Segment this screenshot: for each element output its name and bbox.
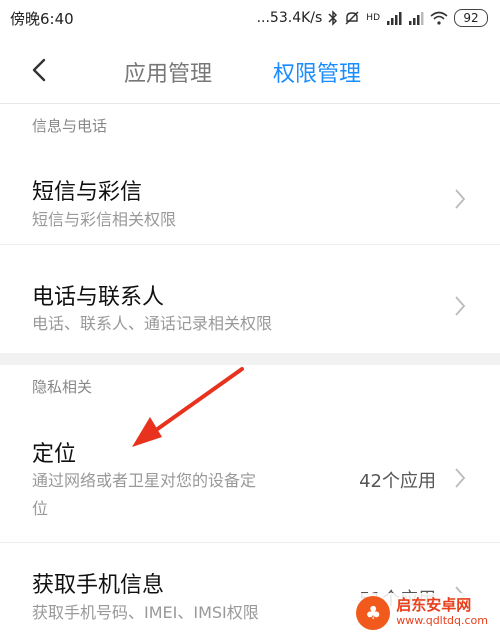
signal-icon [387,12,402,25]
watermark-name: 启东安卓网 [396,596,472,614]
chevron-right-icon [455,296,466,316]
app-count: 42个应用 [359,471,436,492]
title-bar: 应用管理 权限管理 [0,36,500,104]
chevron-left-icon[interactable] [22,52,58,88]
list-item-phone-contacts[interactable]: 电话与联系人 电话、联系人、通话记录相关权限 [0,245,500,353]
row-title: 短信与彩信 [32,180,143,205]
status-icons: ...53.4K/s HD 92 [257,9,488,27]
status-time: 傍晚6:40 [10,9,74,28]
watermark-text: 启东安卓网 www.qdltdq.com [396,597,488,629]
section-header-info-phone: 信息与电话 [32,117,108,135]
watermark-url: www.qdltdq.com [396,614,488,627]
row-subtitle: 电话、联系人、通话记录相关权限 [32,314,273,333]
list-item-location[interactable]: 定位 通过网络或者卫星对您的设备定 位 42个应用 [0,409,500,543]
watermark: ♣ 启东安卓网 www.qdltdq.com [350,593,494,633]
chevron-right-icon [455,189,466,209]
battery-icon: 92 [454,9,488,27]
bluetooth-icon [328,10,338,26]
row-title: 电话与联系人 [32,285,165,310]
row-subtitle: 短信与彩信相关权限 [32,210,177,229]
hd-label: HD [366,13,380,23]
row-subtitle: 获取手机号码、IMEI、IMSI权限 [32,603,259,622]
signal-icon-2 [409,12,424,25]
network-speed: ...53.4K/s [256,10,323,26]
chevron-right-icon [455,468,466,488]
row-title: 定位 [32,442,77,467]
mute-icon [345,11,359,25]
row-subtitle-line2: 位 [32,499,49,518]
list-item-sms[interactable]: 短信与彩信 短信与彩信相关权限 [0,148,500,245]
status-bar: 傍晚6:40 ...53.4K/s HD 92 [0,0,500,36]
watermark-logo-icon: ♣ [356,596,391,630]
tab-permission-management[interactable]: 权限管理 [273,56,361,88]
wifi-icon [430,11,448,25]
tab-app-management[interactable]: 应用管理 [124,56,212,88]
row-subtitle-line1: 通过网络或者卫星对您的设备定 [32,471,257,490]
section-divider [0,353,500,365]
row-title: 获取手机信息 [32,573,165,598]
section-header-privacy: 隐私相关 [32,378,93,396]
